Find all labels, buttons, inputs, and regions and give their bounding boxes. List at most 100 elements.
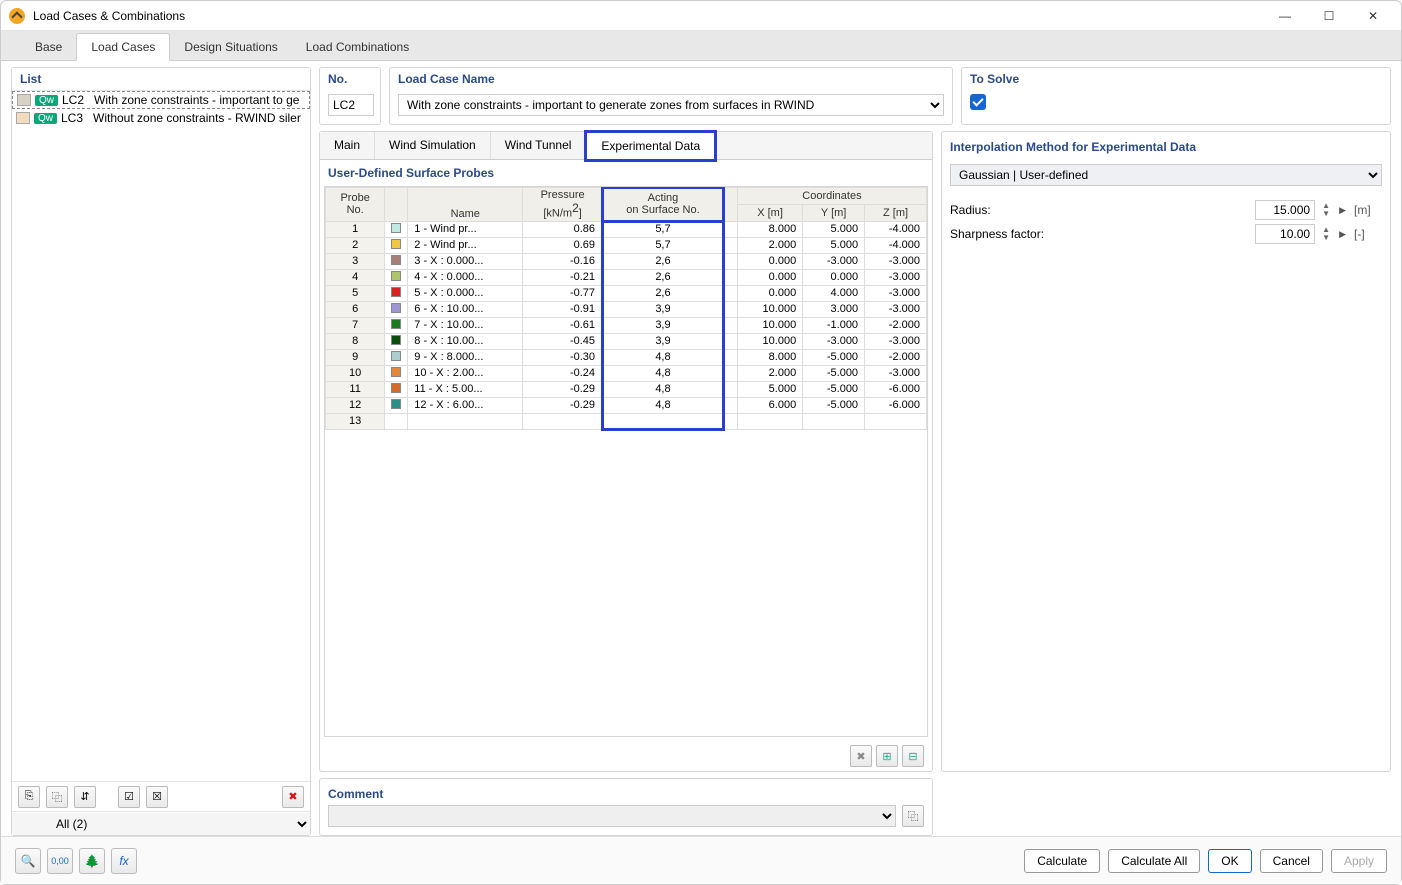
cell-z[interactable]: -3.000 bbox=[865, 333, 927, 349]
cell-z[interactable]: -3.000 bbox=[865, 285, 927, 301]
tab-base[interactable]: Base bbox=[21, 34, 76, 60]
cell-acting[interactable]: 4,8 bbox=[603, 365, 724, 381]
cell-z[interactable]: -6.000 bbox=[865, 397, 927, 413]
cell-y[interactable]: -3.000 bbox=[803, 253, 865, 269]
cell-z[interactable] bbox=[865, 413, 927, 429]
cell-y[interactable]: -5.000 bbox=[803, 381, 865, 397]
cell-name[interactable]: 7 - X : 10.00... bbox=[408, 317, 523, 333]
cell-pressure[interactable]: 0.86 bbox=[523, 221, 603, 237]
table-row[interactable]: 7 7 - X : 10.00... -0.61 3,9 10.000 -1.0… bbox=[326, 317, 927, 333]
cell-name[interactable]: 12 - X : 6.00... bbox=[408, 397, 523, 413]
cell-name[interactable]: 10 - X : 2.00... bbox=[408, 365, 523, 381]
cell-x[interactable]: 0.000 bbox=[737, 269, 802, 285]
cell-pressure[interactable] bbox=[523, 413, 603, 429]
units-icon[interactable]: 0,00 bbox=[47, 848, 73, 874]
col-probe-no[interactable]: ProbeNo. bbox=[326, 188, 385, 222]
cell-x[interactable]: 10.000 bbox=[737, 301, 802, 317]
tab-load-combinations[interactable]: Load Combinations bbox=[292, 34, 423, 60]
cell-y[interactable] bbox=[803, 413, 865, 429]
cell-y[interactable]: -5.000 bbox=[803, 349, 865, 365]
table-row[interactable]: 4 4 - X : 0.000... -0.21 2,6 0.000 0.000… bbox=[326, 269, 927, 285]
cell-acting[interactable]: 3,9 bbox=[603, 301, 724, 317]
name-select[interactable]: With zone constraints - important to gen… bbox=[398, 94, 944, 116]
radius-input[interactable] bbox=[1255, 200, 1315, 220]
table-row[interactable]: 13 bbox=[326, 413, 927, 429]
cell-pressure[interactable]: -0.29 bbox=[523, 381, 603, 397]
cell-pressure[interactable]: -0.16 bbox=[523, 253, 603, 269]
cell-y[interactable]: 0.000 bbox=[803, 269, 865, 285]
table-export-button[interactable]: ⊞ bbox=[876, 745, 898, 767]
cell-pressure[interactable]: -0.91 bbox=[523, 301, 603, 317]
fx-icon[interactable]: fx bbox=[111, 848, 137, 874]
subtab-wind-simulation[interactable]: Wind Simulation bbox=[375, 132, 491, 159]
col-acting[interactable]: Actingon Surface No. bbox=[603, 188, 724, 222]
comment-edit-button[interactable]: ⿻ bbox=[902, 805, 924, 827]
filter-select[interactable]: All (2) bbox=[12, 813, 310, 835]
cancel-button[interactable]: Cancel bbox=[1260, 849, 1323, 873]
cell-acting[interactable]: 5,7 bbox=[603, 237, 724, 253]
cell-z[interactable]: -3.000 bbox=[865, 301, 927, 317]
new-button[interactable]: ⎘ bbox=[18, 786, 40, 808]
cell-x[interactable]: 10.000 bbox=[737, 317, 802, 333]
cell-pressure[interactable]: -0.45 bbox=[523, 333, 603, 349]
cell-y[interactable]: -3.000 bbox=[803, 333, 865, 349]
table-row[interactable]: 8 8 - X : 10.00... -0.45 3,9 10.000 -3.0… bbox=[326, 333, 927, 349]
cell-x[interactable]: 0.000 bbox=[737, 285, 802, 301]
cell-x[interactable] bbox=[737, 413, 802, 429]
interp-method-select[interactable]: Gaussian | User-defined bbox=[950, 164, 1382, 186]
cell-z[interactable]: -2.000 bbox=[865, 349, 927, 365]
table-row[interactable]: 9 9 - X : 8.000... -0.30 4,8 8.000 -5.00… bbox=[326, 349, 927, 365]
cell-x[interactable]: 5.000 bbox=[737, 381, 802, 397]
table-row[interactable]: 6 6 - X : 10.00... -0.91 3,9 10.000 3.00… bbox=[326, 301, 927, 317]
deselect-all-button[interactable]: ☒ bbox=[146, 786, 168, 808]
cell-acting[interactable] bbox=[603, 413, 724, 429]
cell-name[interactable]: 1 - Wind pr... bbox=[408, 221, 523, 237]
cell-acting[interactable]: 4,8 bbox=[603, 397, 724, 413]
cell-acting[interactable]: 4,8 bbox=[603, 381, 724, 397]
table-row[interactable]: 3 3 - X : 0.000... -0.16 2,6 0.000 -3.00… bbox=[326, 253, 927, 269]
tab-design-situations[interactable]: Design Situations bbox=[170, 34, 291, 60]
cell-pressure[interactable]: 0.69 bbox=[523, 237, 603, 253]
cell-z[interactable]: -6.000 bbox=[865, 381, 927, 397]
close-button[interactable]: ✕ bbox=[1353, 3, 1393, 29]
subtab-experimental-data[interactable]: Experimental Data bbox=[586, 132, 715, 160]
comment-select[interactable] bbox=[328, 805, 896, 827]
cell-y[interactable]: -1.000 bbox=[803, 317, 865, 333]
radius-down-icon[interactable]: ▼ bbox=[1321, 210, 1331, 218]
minimize-button[interactable]: — bbox=[1265, 3, 1305, 29]
cell-y[interactable]: 3.000 bbox=[803, 301, 865, 317]
table-row[interactable]: 12 12 - X : 6.00... -0.29 4,8 6.000 -5.0… bbox=[326, 397, 927, 413]
cell-z[interactable]: -4.000 bbox=[865, 237, 927, 253]
cell-name[interactable]: 6 - X : 10.00... bbox=[408, 301, 523, 317]
cell-y[interactable]: 5.000 bbox=[803, 221, 865, 237]
ok-button[interactable]: OK bbox=[1208, 849, 1251, 873]
probes-table-wrap[interactable]: ProbeNo. Name Pressure[kN/m2] Actingon S… bbox=[324, 186, 928, 737]
cell-name[interactable]: 3 - X : 0.000... bbox=[408, 253, 523, 269]
cell-x[interactable]: 10.000 bbox=[737, 333, 802, 349]
table-row[interactable]: 10 10 - X : 2.00... -0.24 4,8 2.000 -5.0… bbox=[326, 365, 927, 381]
cell-y[interactable]: -5.000 bbox=[803, 397, 865, 413]
col-y[interactable]: Y [m] bbox=[803, 204, 865, 221]
table-row[interactable]: 11 11 - X : 5.00... -0.29 4,8 5.000 -5.0… bbox=[326, 381, 927, 397]
solve-checkbox[interactable] bbox=[970, 94, 986, 110]
sharpness-input[interactable] bbox=[1255, 224, 1315, 244]
col-x[interactable]: X [m] bbox=[737, 204, 802, 221]
table-row[interactable]: 2 2 - Wind pr... 0.69 5,7 2.000 5.000 -4… bbox=[326, 237, 927, 253]
cell-acting[interactable]: 2,6 bbox=[603, 269, 724, 285]
cell-pressure[interactable]: -0.21 bbox=[523, 269, 603, 285]
subtab-wind-tunnel[interactable]: Wind Tunnel bbox=[491, 132, 587, 159]
cell-pressure[interactable]: -0.29 bbox=[523, 397, 603, 413]
table-row[interactable]: 1 1 - Wind pr... 0.86 5,7 8.000 5.000 -4… bbox=[326, 221, 927, 237]
cell-name[interactable]: 9 - X : 8.000... bbox=[408, 349, 523, 365]
cell-name[interactable] bbox=[408, 413, 523, 429]
cell-z[interactable]: -3.000 bbox=[865, 253, 927, 269]
cell-x[interactable]: 8.000 bbox=[737, 349, 802, 365]
cell-x[interactable]: 2.000 bbox=[737, 237, 802, 253]
table-delete-button[interactable]: ✖ bbox=[850, 745, 872, 767]
list-item-lc2[interactable]: Qw LC2 With zone constraints - important… bbox=[12, 91, 310, 109]
sharp-pick-icon[interactable]: ▶ bbox=[1337, 229, 1348, 240]
calculate-all-button[interactable]: Calculate All bbox=[1108, 849, 1200, 873]
list-box[interactable]: Qw LC2 With zone constraints - important… bbox=[12, 91, 310, 781]
cell-x[interactable]: 6.000 bbox=[737, 397, 802, 413]
col-pressure[interactable]: Pressure[kN/m2] bbox=[523, 188, 603, 222]
